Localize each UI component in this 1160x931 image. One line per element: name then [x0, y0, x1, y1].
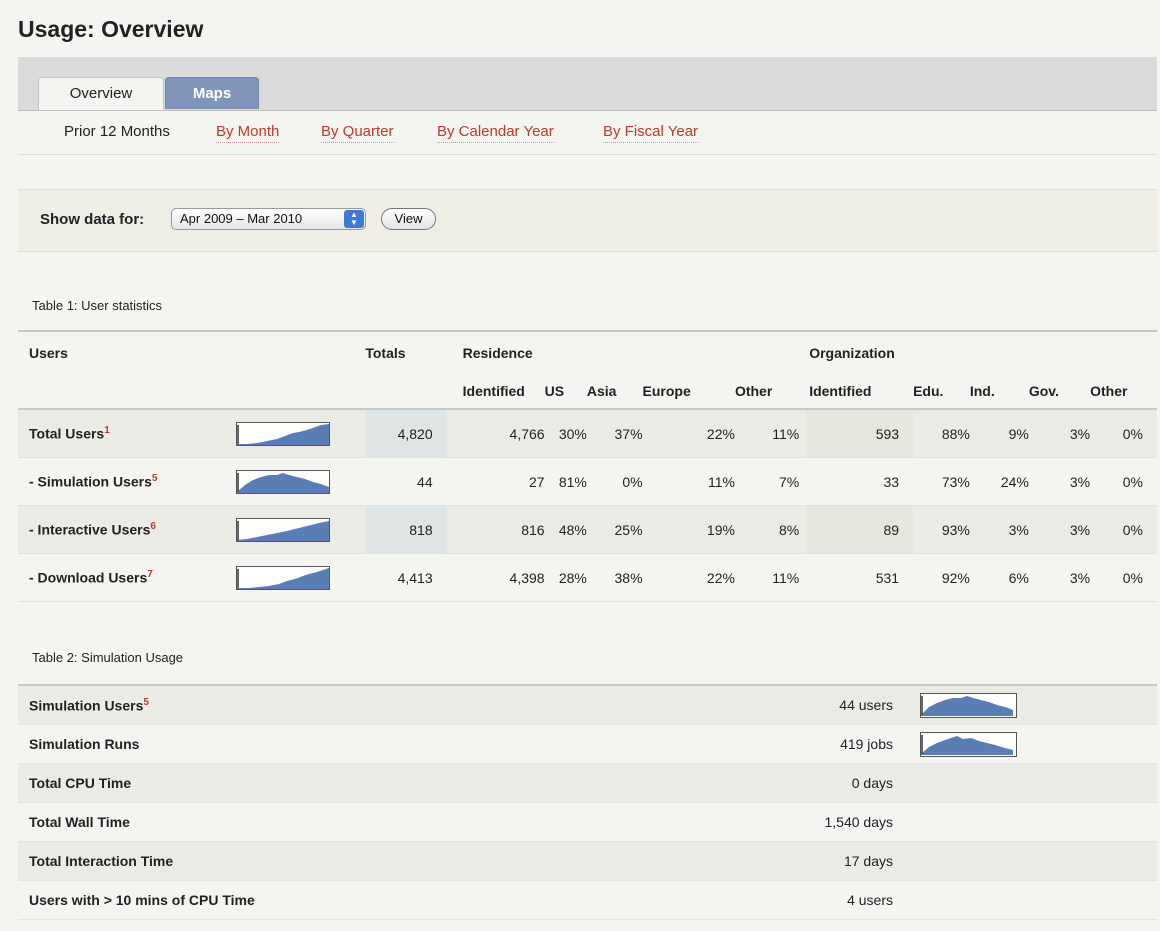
subnav-by-calendar-year[interactable]: By Calendar Year: [437, 122, 554, 143]
footnote-marker[interactable]: 6: [150, 521, 156, 532]
tab-overview[interactable]: Overview: [38, 77, 164, 110]
period-select-value: Apr 2009 – Mar 2010: [180, 211, 303, 226]
row-label: Total Interaction Time: [18, 841, 743, 881]
subnav-by-fiscal-year[interactable]: By Fiscal Year: [603, 122, 699, 143]
table-row: Users with > 10 mins of CPU Time 4 users: [18, 880, 1157, 920]
header-org-edu: Edu.: [913, 374, 970, 410]
table-row: - Interactive Users6 818 816 48% 25% 19%…: [18, 505, 1157, 554]
tab-bar: Overview Maps: [18, 57, 1157, 111]
row-value: 44 users: [743, 684, 893, 725]
row-value: 1,540 days: [743, 802, 893, 842]
user-statistics-table: Users Totals Residence Organization Iden…: [18, 330, 1157, 602]
header-users: Users: [18, 330, 237, 374]
header-org-identified: Identified: [806, 374, 914, 410]
table-row: - Simulation Users5 44 27 81% 0% 11% 7% …: [18, 457, 1157, 506]
footnote-marker[interactable]: 7: [147, 569, 153, 580]
subnav-prior-12-months: Prior 12 Months: [64, 123, 170, 140]
header-org-ind: Ind.: [969, 374, 1029, 410]
table-row: Total Interaction Time 17 days: [18, 841, 1157, 881]
header-res-us: US: [544, 374, 587, 410]
table-row: Simulation Users5 44 users: [18, 684, 1157, 725]
row-label: Total CPU Time: [18, 763, 743, 803]
row-label: - Download Users7: [18, 553, 237, 602]
table-row: Total Wall Time 1,540 days: [18, 802, 1157, 842]
simulation-usage-table: Simulation Users5 44 users Simulation Ru…: [18, 684, 1157, 920]
header-organization: Organization: [806, 330, 1157, 374]
header-res-europe: Europe: [642, 374, 735, 410]
table-row: Total Users1 4,820 4,766 30% 37% 22% 11%…: [18, 408, 1157, 458]
table-row: Simulation Runs 419 jobs: [18, 724, 1157, 764]
select-arrows-icon: ▲ ▼: [344, 210, 364, 228]
filter-bar: Show data for: Apr 2009 – Mar 2010 ▲ ▼ Vi…: [18, 189, 1157, 252]
row-value: 17 days: [743, 841, 893, 881]
row-label: Simulation Users5: [18, 684, 743, 725]
tab-maps[interactable]: Maps: [165, 77, 259, 109]
sparkline: [236, 421, 331, 446]
sparkline: [236, 565, 331, 590]
row-label: - Interactive Users6: [18, 505, 237, 554]
page-title: Usage: Overview: [18, 16, 204, 42]
sparkline: [236, 469, 331, 494]
footnote-marker[interactable]: 5: [143, 697, 149, 708]
sparkline: [920, 731, 1017, 757]
row-label: Users with > 10 mins of CPU Time: [18, 880, 743, 920]
footnote-marker[interactable]: 1: [104, 425, 110, 436]
row-label: Total Wall Time: [18, 802, 743, 842]
header-totals: Totals: [365, 330, 447, 374]
table-row: - Download Users7 4,413 4,398 28% 38% 22…: [18, 553, 1157, 602]
row-label: Total Users1: [18, 408, 237, 458]
header-res-other: Other: [734, 374, 807, 410]
row-value: 419 jobs: [743, 724, 893, 764]
period-subnav: Prior 12 Months By Month By Quarter By C…: [18, 110, 1157, 155]
header-res-identified: Identified: [446, 374, 545, 410]
view-button[interactable]: View: [381, 208, 436, 230]
header-org-gov: Gov.: [1028, 374, 1091, 410]
row-value: 0 days: [743, 763, 893, 803]
table-row: Total CPU Time 0 days: [18, 763, 1157, 803]
sparkline: [920, 692, 1017, 718]
table2-caption: Table 2: Simulation Usage: [32, 650, 184, 665]
subnav-by-month[interactable]: By Month: [216, 122, 280, 143]
header-residence: Residence: [446, 330, 807, 374]
table1-caption: Table 1: User statistics: [32, 298, 163, 313]
footnote-marker[interactable]: 5: [152, 473, 158, 484]
period-select[interactable]: Apr 2009 – Mar 2010 ▲ ▼: [171, 208, 366, 230]
show-data-label: Show data for:: [40, 211, 145, 228]
sparkline: [236, 517, 331, 542]
header-org-other: Other: [1090, 374, 1157, 410]
row-value: 4 users: [743, 880, 893, 920]
row-label: Simulation Runs: [18, 724, 743, 764]
header-res-asia: Asia: [586, 374, 643, 410]
row-label: - Simulation Users5: [18, 457, 237, 506]
subnav-by-quarter[interactable]: By Quarter: [321, 122, 394, 143]
